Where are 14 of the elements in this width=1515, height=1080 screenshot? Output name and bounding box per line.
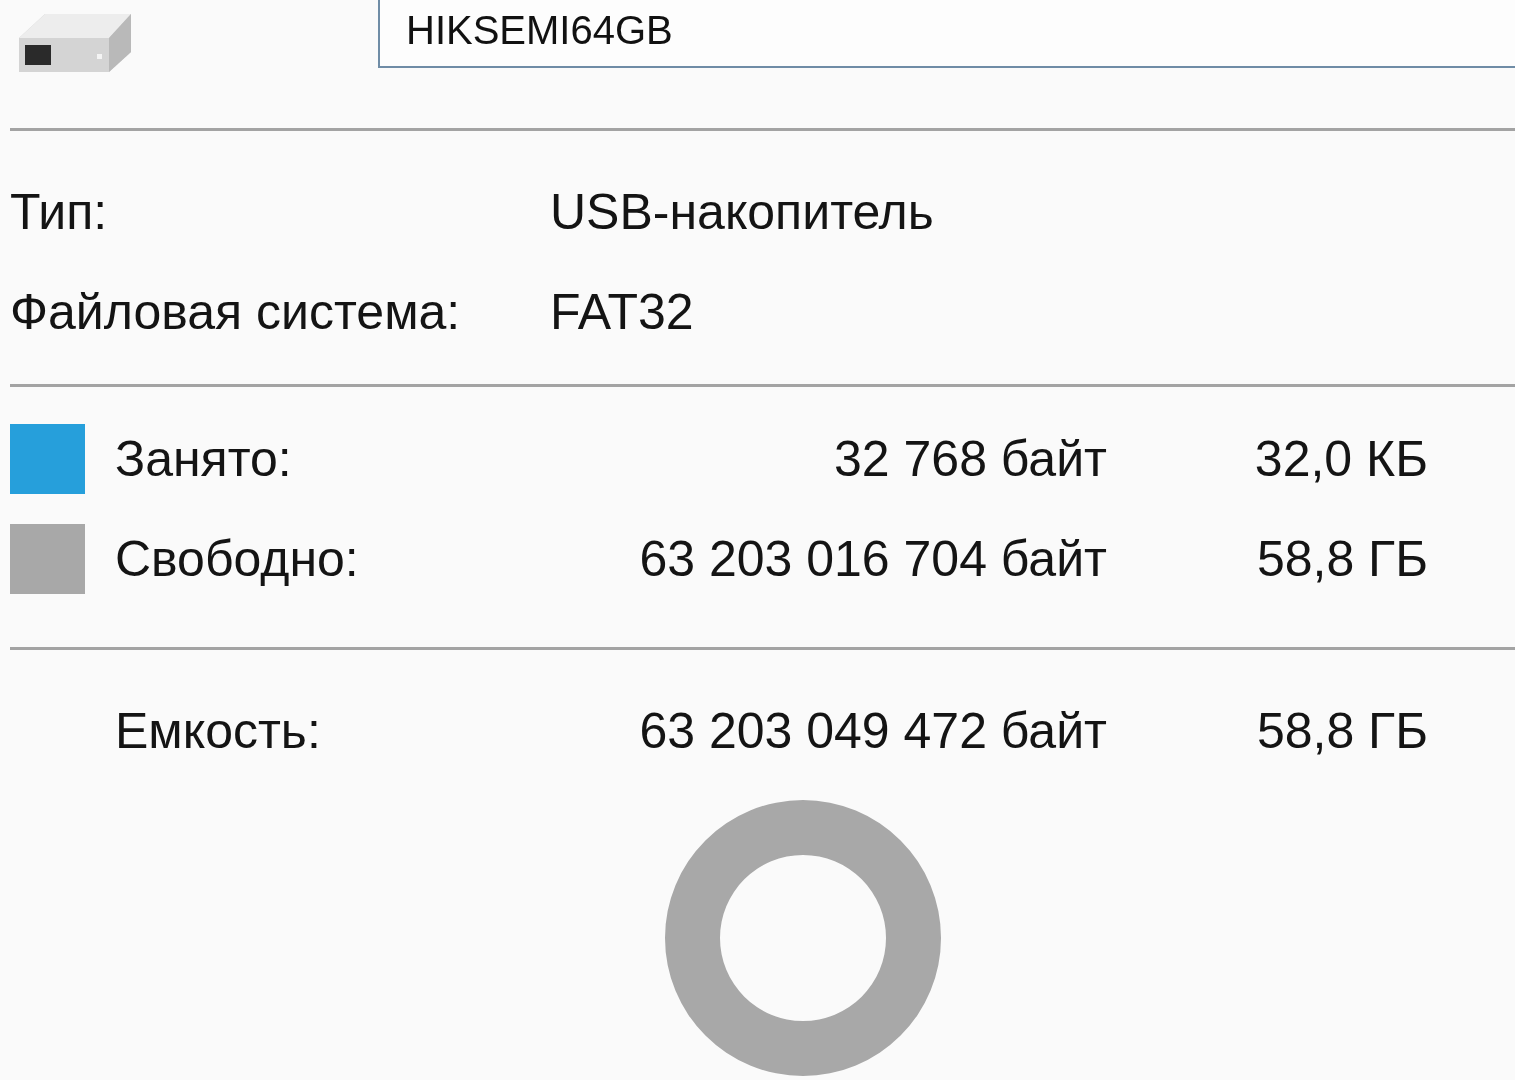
property-label: Файловая система: <box>10 283 462 341</box>
property-value: USB-накопитель <box>550 183 934 241</box>
capacity-label: Емкость: <box>115 702 322 760</box>
usage-label: Занято: <box>115 430 293 488</box>
property-label: Тип: <box>10 183 109 241</box>
size-value: 32,0 КБ <box>1253 430 1428 488</box>
drive-name-field[interactable]: HIKSEMI64GB <box>378 0 1515 68</box>
size-value: 58,8 ГБ <box>1255 530 1428 588</box>
bytes-value: 32 768 байт <box>833 430 1107 488</box>
capacity-bytes-value: 63 203 049 472 байт <box>638 702 1107 760</box>
bytes-value: 63 203 016 704 байт <box>638 530 1107 588</box>
usage-label: Свободно: <box>115 530 360 588</box>
property-value: FAT32 <box>550 283 694 341</box>
capacity-size-value: 58,8 ГБ <box>1255 702 1428 760</box>
